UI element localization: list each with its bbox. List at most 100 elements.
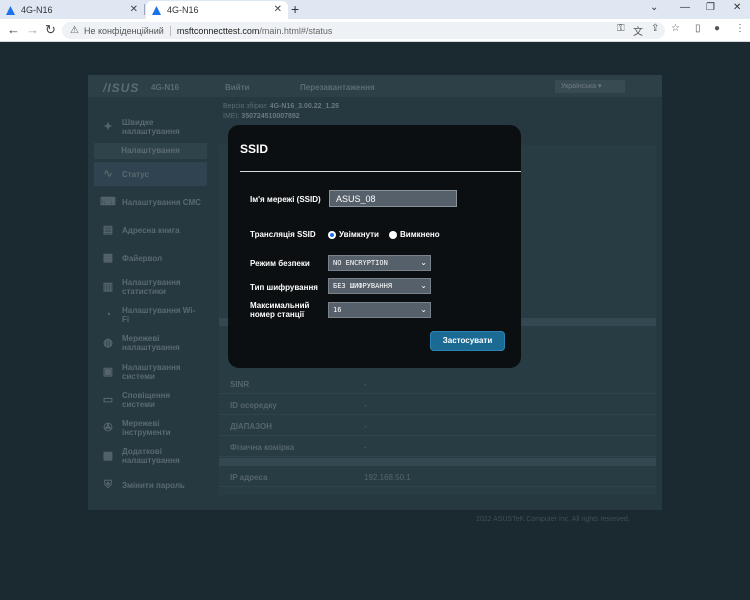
broadcast-off-label: Вимкнено [400, 230, 440, 239]
row-value: - [364, 380, 367, 389]
profile-icon[interactable]: ● [714, 23, 720, 34]
firmware-label: Версія збірки: [223, 103, 268, 110]
sidebar-item-label: Сповіщення системи [122, 391, 171, 409]
sidebar-item-address-book[interactable]: ▤ Адресна книга [94, 218, 207, 242]
encryption-type-label: Тип шифрування [250, 283, 318, 292]
row-value: - [364, 422, 367, 431]
lock-icon: ⛨ [103, 479, 113, 491]
sidebar-item-label: Змінити пароль [122, 480, 185, 490]
sidebar-panel-icon[interactable]: ▯ [695, 23, 701, 34]
back-icon[interactable]: ← [7, 22, 20, 38]
translate-icon[interactable]: 文 [633, 23, 643, 38]
bookmark-star-icon[interactable]: ☆ [671, 23, 680, 34]
ssid-label: Ім'я мережі (SSID) [250, 195, 321, 204]
sidebar-item-label: Мережеві налаштування [122, 334, 180, 352]
tab-search-icon[interactable]: ⌄ [650, 2, 658, 13]
browser-tab[interactable]: 4G-N16 ✕ [0, 1, 144, 19]
sidebar-item-system[interactable]: ▣ Налаштування системи [94, 360, 207, 384]
reload-icon[interactable]: ↻ [45, 22, 56, 38]
router-header: /ISUS 4G-N16 Вийти Перезавантаження Укра… [88, 75, 662, 97]
sidebar-item-sms[interactable]: ⌨ Налаштування СМС [94, 190, 207, 214]
row-key: SINR [230, 380, 250, 389]
sidebar-item-status[interactable]: ∿ Статус [94, 162, 207, 186]
sidebar-item-label: Файервол [122, 253, 163, 263]
language-value: Українська [561, 83, 597, 90]
broadcast-off-radio[interactable]: Вимкнено [389, 230, 440, 239]
quick-setup-label: Швидке налаштування [122, 118, 180, 136]
status-row: ДІАПАЗОН - [219, 416, 656, 436]
chart-icon: ▥ [102, 281, 114, 293]
share-icon[interactable]: ⇪ [651, 23, 659, 34]
encryption-type-value: БЕЗ ШИФРУВАННЯ [333, 282, 393, 290]
sidebar-item-advanced[interactable]: ▩ Додаткові налаштування [94, 444, 207, 468]
maximize-icon[interactable]: ❐ [706, 2, 715, 13]
modal-divider [240, 171, 521, 172]
row-key: Фізична комірка [230, 443, 295, 452]
sidebar-item-label: Додаткові налаштування [122, 447, 180, 465]
system-icon: ▣ [102, 366, 114, 378]
tab-divider [144, 4, 145, 15]
radio-selected-icon [328, 230, 336, 239]
asus-favicon-icon [152, 5, 161, 15]
security-mode-label: Режим безпеки [250, 259, 310, 268]
sidebar-item-label: Налаштування Wi-Fi [122, 306, 196, 324]
new-tab-button[interactable]: + [291, 1, 299, 17]
close-window-icon[interactable]: ✕ [733, 2, 741, 13]
wifi-icon: ◔ [104, 309, 112, 321]
max-stations-select[interactable]: 16 ⌄ [328, 302, 431, 318]
advanced-icon: ▩ [102, 450, 114, 462]
broadcast-label: Трансляція SSID [250, 230, 316, 239]
section-bar [219, 458, 656, 466]
max-stations-label: Максимальний номер станції [250, 301, 310, 319]
browser-tab-active[interactable]: 4G-N16 ✕ [146, 1, 288, 19]
key-icon[interactable]: ⚿ [617, 23, 625, 34]
reboot-button[interactable]: Перезавантаження [300, 83, 375, 92]
asus-favicon-icon [6, 5, 15, 15]
sidebar-item-label: Налаштування статистики [122, 278, 181, 296]
sidebar-item-wifi[interactable]: ◔ Налаштування Wi-Fi [94, 303, 207, 327]
warning-icon[interactable]: ⚠ [70, 25, 79, 36]
status-row: SINR - [219, 374, 656, 394]
radio-unselected-icon [389, 230, 397, 239]
sidebar-item-label: Мережеві інструменти [122, 419, 171, 437]
security-mode-select[interactable]: NO ENCRYPTION ⌄ [328, 255, 431, 271]
address-bar[interactable]: ⚠ Не конфіденційний msftconnecttest.com /… [62, 22, 665, 39]
row-key: ДІАПАЗОН [230, 422, 273, 431]
minimize-icon[interactable]: — [680, 2, 690, 13]
tab-title: 4G-N16 [167, 5, 199, 15]
quick-setup-item: ✦ Швидке налаштування [94, 118, 197, 136]
firewall-icon: ▦ [102, 252, 114, 264]
url-host: msftconnecttest.com [176, 25, 260, 36]
wand-icon: ✦ [103, 121, 113, 133]
encryption-type-select[interactable]: БЕЗ ШИФРУВАННЯ ⌄ [328, 278, 431, 294]
quick-setup-link[interactable]: ✦ Швидке налаштування [94, 113, 207, 141]
url-path: /main.html#/status [259, 25, 333, 36]
menu-kebab-icon[interactable]: ⋮ [735, 23, 745, 34]
sidebar-item-firewall[interactable]: ▦ Файервол [94, 246, 207, 270]
address-divider [169, 25, 171, 36]
max-stations-value: 16 [333, 306, 342, 314]
sidebar-item-network[interactable]: ◍ Мережеві налаштування [94, 331, 207, 355]
status-row: IP адреса 192.168.50.1 [219, 467, 656, 487]
language-select[interactable]: Українська ▾ [555, 80, 625, 93]
monitor-icon: ▭ [102, 394, 114, 406]
broadcast-on-label: Увімкнути [339, 230, 379, 239]
globe-icon: ◍ [103, 337, 113, 349]
close-tab-icon[interactable]: ✕ [130, 4, 138, 15]
sidebar-item-notifications[interactable]: ▭ Сповіщення системи [94, 388, 207, 412]
broadcast-on-radio[interactable]: Увімкнути [328, 230, 379, 239]
sidebar-item-change-password[interactable]: ⛨ Змінити пароль [94, 473, 207, 497]
close-tab-icon[interactable]: ✕ [274, 4, 282, 15]
tab-strip: 4G-N16 ✕ 4G-N16 ✕ + ⌄ — ❐ ✕ [0, 0, 750, 19]
sidebar-item-statistics[interactable]: ▥ Налаштування статистики [94, 275, 207, 299]
security-status[interactable]: Не конфіденційний [84, 26, 164, 36]
forward-icon[interactable]: → [26, 22, 39, 38]
row-value: - [364, 401, 367, 410]
apply-button[interactable]: Застосувати [430, 331, 505, 351]
row-value: 192.168.50.1 [364, 473, 411, 482]
logout-button[interactable]: Вийти [225, 83, 249, 92]
sidebar-item-network-tools[interactable]: ✇ Мережеві інструменти [94, 416, 207, 440]
ssid-input[interactable] [329, 190, 457, 207]
chevron-down-icon: ⌄ [420, 281, 427, 290]
firmware-info: Версія збірки: 4G-N16_3.00.22_1.26 IMEI:… [223, 102, 339, 122]
